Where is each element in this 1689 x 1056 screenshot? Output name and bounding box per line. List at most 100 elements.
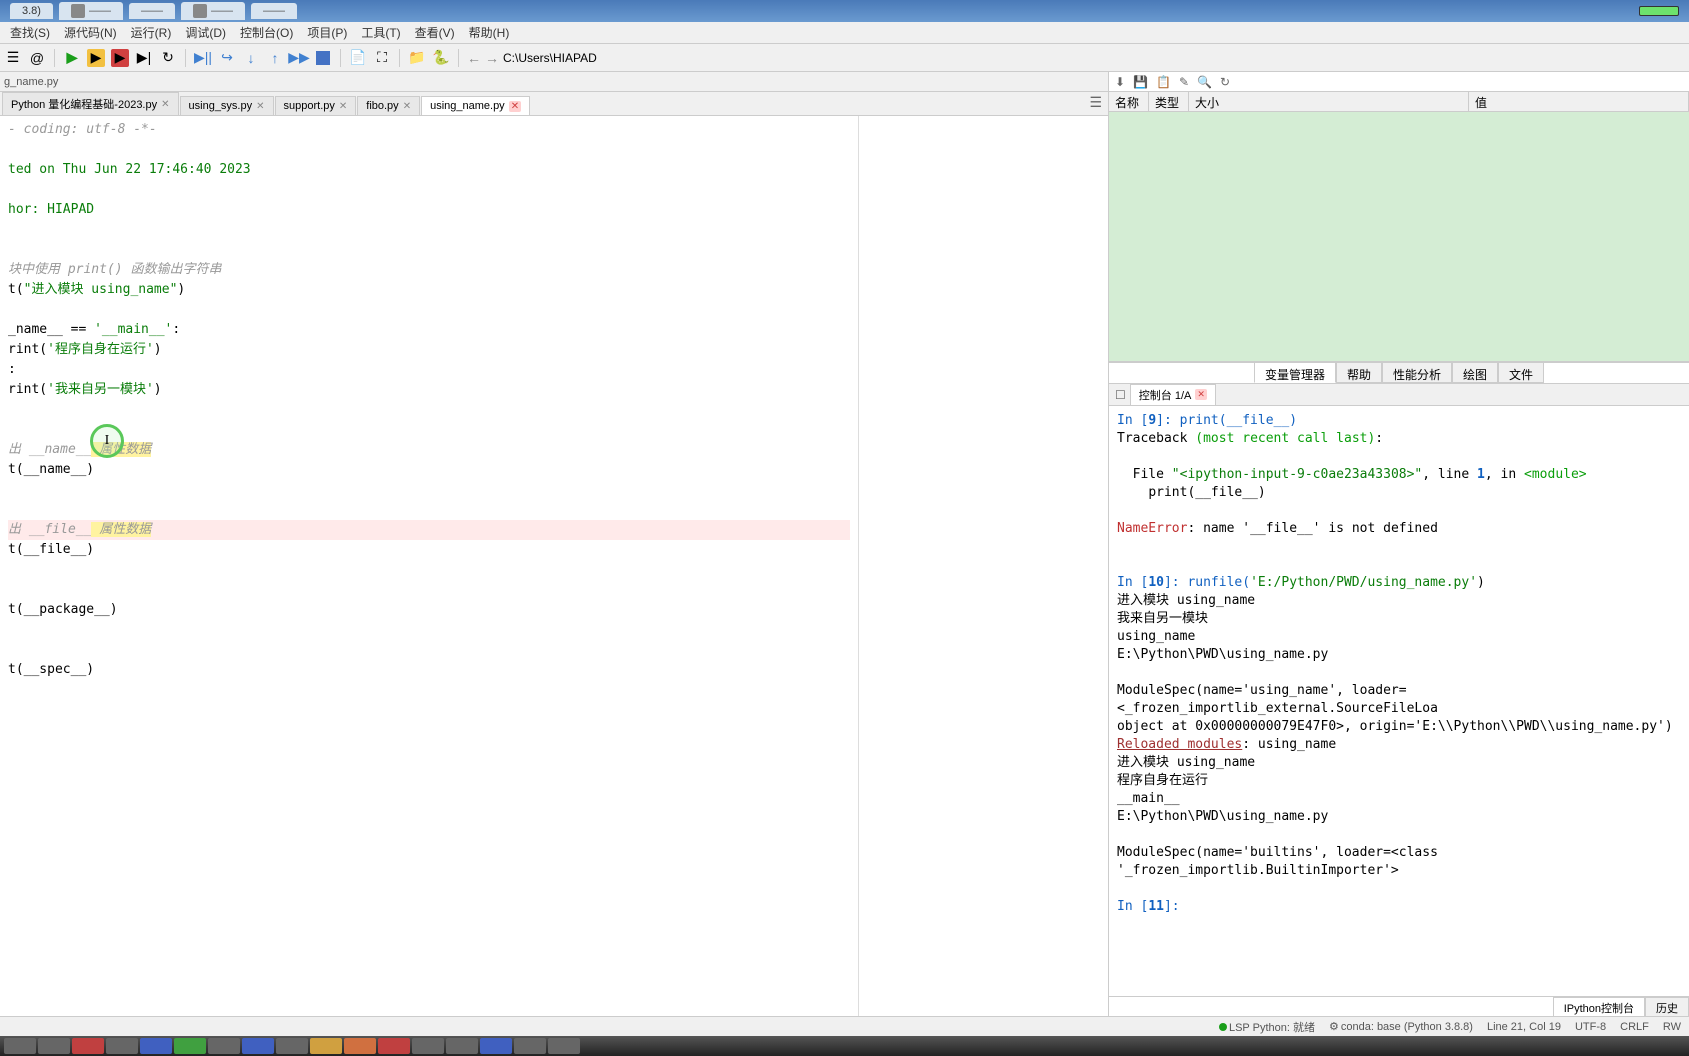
taskbar-item[interactable] xyxy=(4,1038,36,1054)
menu-source[interactable]: 源代码(N) xyxy=(58,22,123,43)
back-icon[interactable]: ← xyxy=(467,50,481,66)
menu-help[interactable]: 帮助(H) xyxy=(463,22,516,43)
list-icon[interactable]: ☰ xyxy=(4,49,22,67)
status-encoding[interactable]: UTF-8 xyxy=(1575,1021,1606,1033)
debug-file-icon[interactable]: 📄 xyxy=(349,49,367,67)
taskbar-item[interactable] xyxy=(446,1038,478,1054)
tab-history[interactable]: 历史 xyxy=(1645,997,1689,1016)
debug-pause-icon[interactable]: ▶|| xyxy=(194,49,212,67)
import-icon[interactable]: ⬇ xyxy=(1115,75,1125,89)
tab-ipython-console[interactable]: IPython控制台 xyxy=(1553,997,1645,1016)
python-icon[interactable]: 🐍 xyxy=(432,49,450,67)
col-name[interactable]: 名称 xyxy=(1109,92,1149,111)
code-line: - coding: utf-8 -*- xyxy=(8,120,850,140)
rerun-icon[interactable]: ↻ xyxy=(159,49,177,67)
taskbar-item[interactable] xyxy=(276,1038,308,1054)
forward-icon[interactable]: → xyxy=(485,50,499,66)
tab-options-icon[interactable]: ☰ xyxy=(1085,90,1106,115)
console-menu-icon[interactable]: ☐ xyxy=(1115,388,1126,402)
step-into-icon[interactable]: ↓ xyxy=(242,49,260,67)
taskbar-item[interactable] xyxy=(344,1038,376,1054)
editor-tab[interactable]: Python 量化编程基础-2023.py✕ xyxy=(2,92,179,115)
editor-tab[interactable]: fibo.py✕ xyxy=(357,96,420,115)
menu-tools[interactable]: 工具(T) xyxy=(355,22,406,43)
col-value[interactable]: 值 xyxy=(1469,92,1689,111)
step-out-icon[interactable]: ↑ xyxy=(266,49,284,67)
menu-search[interactable]: 查找(S) xyxy=(4,22,56,43)
close-icon[interactable]: ✕ xyxy=(161,99,169,110)
menu-debug[interactable]: 调试(D) xyxy=(179,22,232,43)
save-icon[interactable]: 💾 xyxy=(1133,75,1148,89)
close-icon[interactable]: ✕ xyxy=(339,101,347,112)
close-modified-icon[interactable]: ✕ xyxy=(509,101,521,112)
taskbar-item[interactable] xyxy=(72,1038,104,1054)
code-line: rint('程序自身在运行') xyxy=(8,340,850,360)
menu-project[interactable]: 项目(P) xyxy=(301,22,353,43)
taskbar-item[interactable] xyxy=(548,1038,580,1054)
browser-tab[interactable]: —— xyxy=(181,2,245,20)
tab-label: using_sys.py xyxy=(189,100,253,112)
tab-label: 控制台 1/A xyxy=(1139,387,1192,403)
status-conda[interactable]: ⚙ conda: base (Python 3.8.8) xyxy=(1329,1020,1473,1033)
tab-files[interactable]: 文件 xyxy=(1498,363,1544,383)
editor-tab[interactable]: using_sys.py✕ xyxy=(180,96,274,115)
code-line: _name__ == '__main__': xyxy=(8,320,850,340)
code-editor[interactable]: - coding: utf-8 -*- ted on Thu Jun 22 17… xyxy=(0,116,858,1016)
code-line: ted on Thu Jun 22 17:46:40 2023 xyxy=(8,160,850,180)
taskbar-item[interactable] xyxy=(174,1038,206,1054)
taskbar-item[interactable] xyxy=(310,1038,342,1054)
stop-icon[interactable] xyxy=(314,49,332,67)
console-tab[interactable]: 控制台 1/A✕ xyxy=(1130,384,1216,406)
tab-help[interactable]: 帮助 xyxy=(1336,363,1382,383)
variable-toolbar: ⬇ 💾 📋 ✎ 🔍 ↻ xyxy=(1109,72,1689,92)
taskbar xyxy=(0,1036,1689,1056)
col-type[interactable]: 类型 xyxy=(1149,92,1189,111)
tab-plots[interactable]: 绘图 xyxy=(1452,363,1498,383)
browser-tab[interactable]: —— xyxy=(129,3,175,19)
taskbar-item[interactable] xyxy=(140,1038,172,1054)
browser-tab[interactable]: —— xyxy=(251,3,297,19)
close-icon[interactable]: ✕ xyxy=(1195,389,1207,400)
run-cell-icon[interactable]: ▶ xyxy=(87,49,105,67)
taskbar-item[interactable] xyxy=(480,1038,512,1054)
menu-console[interactable]: 控制台(O) xyxy=(234,22,299,43)
console-output[interactable]: In [9]: print(__file__) Traceback (most … xyxy=(1109,406,1689,996)
working-dir-input[interactable] xyxy=(503,51,903,65)
taskbar-item[interactable] xyxy=(38,1038,70,1054)
browser-tab[interactable]: 3.8) xyxy=(10,3,53,19)
save-as-icon[interactable]: 📋 xyxy=(1156,75,1171,89)
taskbar-item[interactable] xyxy=(378,1038,410,1054)
maximize-icon[interactable]: ⛶ xyxy=(373,49,391,67)
col-size[interactable]: 大小 xyxy=(1189,92,1469,111)
editor-tab-active[interactable]: using_name.py✕ xyxy=(421,96,530,115)
browser-tab[interactable]: —— xyxy=(59,2,123,20)
status-eol[interactable]: CRLF xyxy=(1620,1021,1649,1033)
console-tabs: ☐ 控制台 1/A✕ xyxy=(1109,384,1689,406)
taskbar-item[interactable] xyxy=(412,1038,444,1054)
tab-profiler[interactable]: 性能分析 xyxy=(1382,363,1452,383)
refresh-icon[interactable]: ↻ xyxy=(1220,75,1230,89)
taskbar-item[interactable] xyxy=(514,1038,546,1054)
menu-view[interactable]: 查看(V) xyxy=(409,22,461,43)
step-over-icon[interactable]: ↪ xyxy=(218,49,236,67)
run-selection-icon[interactable]: ▶| xyxy=(135,49,153,67)
at-icon[interactable]: @ xyxy=(28,49,46,67)
status-lsp[interactable]: LSP Python: 就绪 xyxy=(1219,1019,1315,1035)
file-path-bar: g_name.py xyxy=(0,72,1108,92)
pythonpath-icon[interactable]: 📁 xyxy=(408,49,426,67)
continue-icon[interactable]: ▶▶ xyxy=(290,49,308,67)
menu-run[interactable]: 运行(R) xyxy=(125,22,178,43)
edit-icon[interactable]: ✎ xyxy=(1179,75,1189,89)
run-icon[interactable]: ▶ xyxy=(63,49,81,67)
editor-tab[interactable]: support.py✕ xyxy=(275,96,357,115)
taskbar-item[interactable] xyxy=(106,1038,138,1054)
tab-variable-explorer[interactable]: 变量管理器 xyxy=(1254,363,1336,383)
run-cell-advance-icon[interactable]: ▶ xyxy=(111,49,129,67)
taskbar-item[interactable] xyxy=(242,1038,274,1054)
close-icon[interactable]: ✕ xyxy=(403,101,411,112)
taskbar-item[interactable] xyxy=(208,1038,240,1054)
browser-tab-bar: 3.8) —— —— —— —— xyxy=(0,0,1689,22)
variable-explorer-body[interactable] xyxy=(1109,112,1689,362)
close-icon[interactable]: ✕ xyxy=(256,101,264,112)
search-icon[interactable]: 🔍 xyxy=(1197,75,1212,89)
